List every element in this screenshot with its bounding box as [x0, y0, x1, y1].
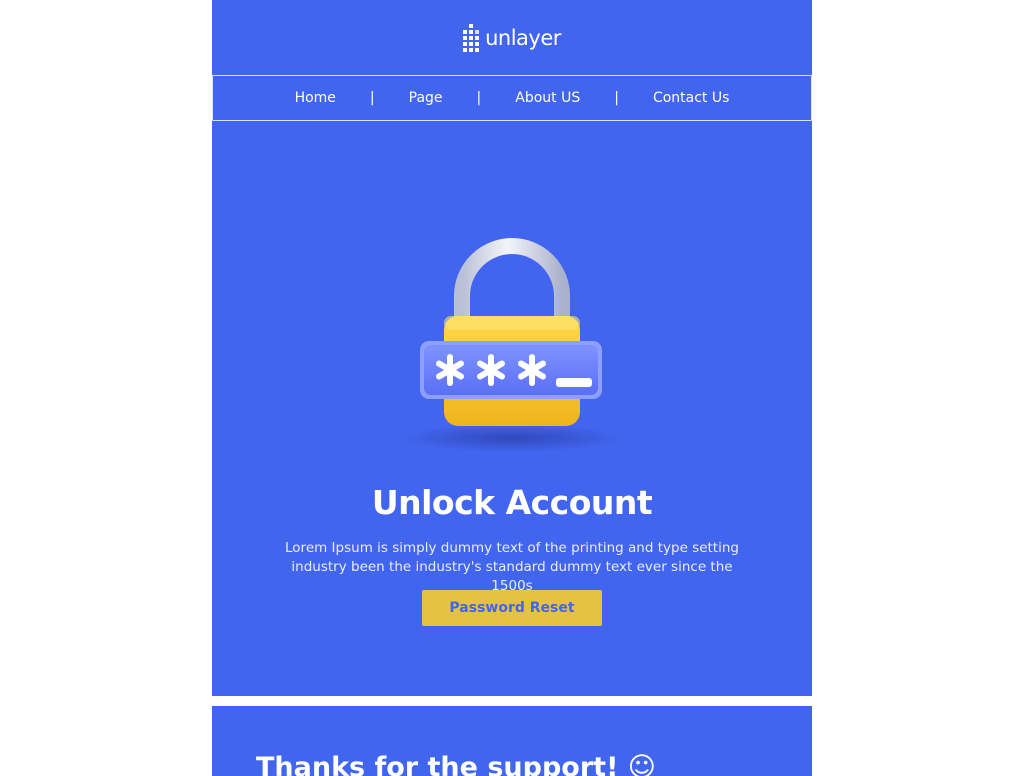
thanks-section: Thanks for the support! ☺: [212, 706, 812, 776]
nav-item-home[interactable]: Home: [295, 90, 336, 106]
nav-separator: |: [476, 90, 482, 106]
thanks-title: Thanks for the support! ☺: [256, 752, 656, 776]
brand-name: unlayer: [485, 25, 561, 50]
padlock-password-icon: [402, 238, 622, 452]
nav-separator: |: [614, 90, 619, 106]
nav-item-page[interactable]: Page: [409, 90, 443, 106]
nav-item-about-us[interactable]: About US: [515, 90, 580, 106]
hero-description: Lorem Ipsum is simply dummy text of the …: [285, 540, 739, 594]
nav-item-contact-us[interactable]: Contact Us: [653, 90, 729, 106]
hero-title: Unlock Account: [371, 483, 653, 522]
brand-logo[interactable]: unlayer: [463, 23, 561, 52]
email-container: unlayer Home | Page | About US | Contact…: [212, 0, 812, 776]
nav-bar: Home | Page | About US | Contact Us: [212, 75, 812, 121]
header: unlayer: [212, 0, 812, 75]
hero-section: Unlock Account Lorem Ipsum is simply dum…: [212, 121, 812, 696]
unlayer-logo-icon: [463, 23, 480, 52]
section-spacer: [212, 696, 812, 706]
password-reset-button[interactable]: Password Reset: [422, 590, 602, 626]
nav-separator: |: [369, 90, 375, 106]
